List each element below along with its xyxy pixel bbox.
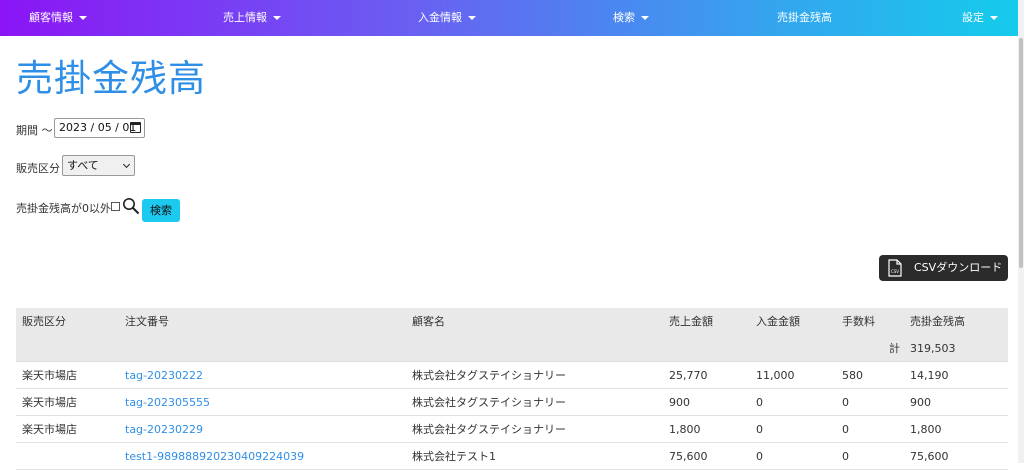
column-header: 売掛金残高 [910, 315, 965, 328]
customer-cell: 株式会社タグステイショナリー [412, 396, 566, 409]
table-header-row: 販売区分 注文番号 顧客名 売上金額 入金金額 手数料 売掛金残高 [16, 308, 1008, 335]
nav-search-label: 検索 [613, 11, 635, 24]
table-row: 楽天市場店 tag-202305555 株式会社タグステイショナリー 900 0… [16, 389, 1008, 416]
sales-cell: 25,770 [669, 369, 708, 382]
column-header: 手数料 [842, 315, 875, 328]
table-row: test1-989888920230409224039 株式会社テスト1 75,… [16, 443, 1008, 470]
nav-sales-label: 売上情報 [223, 11, 267, 24]
customer-cell: 株式会社タグステイショナリー [412, 369, 566, 382]
nav-payment-menu[interactable]: 入金情報 [418, 0, 476, 36]
order-link[interactable]: tag-20230229 [125, 416, 203, 443]
caret-down-icon [990, 16, 998, 20]
nav-receivables-link[interactable]: 売掛金残高 [777, 0, 832, 36]
svg-text:CSV: CSV [891, 269, 899, 274]
scrollbar-thumb[interactable] [1019, 38, 1023, 268]
top-navbar: 顧客情報 売上情報 入金情報 検索 売掛金残高 設定 [0, 0, 1024, 36]
nav-settings-label: 設定 [962, 11, 984, 24]
column-header: 注文番号 [125, 315, 169, 328]
csv-download-button[interactable]: CSV CSVダウンロード [879, 255, 1008, 281]
nav-customer-menu[interactable]: 顧客情報 [29, 0, 87, 36]
nav-receivables-label: 売掛金残高 [777, 11, 832, 24]
nav-search-menu[interactable]: 検索 [613, 0, 649, 36]
nonzero-label: 売掛金残高が0以外 [16, 202, 111, 215]
receivables-table: 販売区分 注文番号 顧客名 売上金額 入金金額 手数料 売掛金残高 計 319,… [16, 308, 1008, 470]
category-cell: 楽天市場店 [22, 369, 77, 382]
nav-settings-menu[interactable]: 設定 [962, 0, 998, 36]
customer-cell: 株式会社タグステイショナリー [412, 423, 566, 436]
balance-cell: 14,190 [910, 369, 949, 382]
fee-cell: 0 [842, 450, 849, 463]
page-title: 売掛金残高 [16, 57, 206, 100]
customer-cell: 株式会社テスト1 [412, 450, 496, 463]
table-total-row: 計 319,503 [16, 335, 1008, 362]
order-link[interactable]: test1-989888920230409224039 [125, 443, 304, 470]
category-select-value: すべて [67, 159, 99, 172]
category-label: 販売区分 [16, 162, 60, 175]
payment-cell: 0 [756, 396, 763, 409]
fee-cell: 0 [842, 396, 849, 409]
column-header: 販売区分 [22, 315, 66, 328]
date-value: 2023 / 05 / 01 [59, 121, 137, 134]
date-input[interactable]: 2023 / 05 / 01 [54, 118, 145, 138]
nav-sales-menu[interactable]: 売上情報 [223, 0, 281, 36]
column-header: 売上金額 [669, 315, 713, 328]
period-label: 期間 〜 [16, 124, 53, 137]
table-row: 楽天市場店 tag-20230229 株式会社タグステイショナリー 1,800 … [16, 416, 1008, 443]
total-label: 計 [889, 342, 900, 355]
table-row: 楽天市場店 tag-20230222 株式会社タグステイショナリー 25,770… [16, 362, 1008, 389]
payment-cell: 0 [756, 423, 763, 436]
column-header: 顧客名 [412, 315, 445, 328]
sales-cell: 900 [669, 396, 690, 409]
balance-cell: 1,800 [910, 423, 942, 436]
nonzero-checkbox[interactable] [111, 202, 120, 211]
fee-cell: 580 [842, 369, 863, 382]
calendar-icon[interactable] [130, 122, 141, 133]
nav-payment-label: 入金情報 [418, 11, 462, 24]
balance-cell: 75,600 [910, 450, 949, 463]
csv-file-icon: CSV [888, 259, 902, 277]
search-icon [123, 198, 140, 215]
nav-customer-label: 顧客情報 [29, 11, 73, 24]
category-select[interactable]: すべて [62, 155, 135, 176]
payment-cell: 0 [756, 450, 763, 463]
caret-down-icon [641, 16, 649, 20]
chevron-down-icon [122, 160, 131, 169]
caret-down-icon [273, 16, 281, 20]
payment-cell: 11,000 [756, 369, 795, 382]
fee-cell: 0 [842, 423, 849, 436]
sales-cell: 75,600 [669, 450, 708, 463]
order-link[interactable]: tag-20230222 [125, 362, 203, 389]
category-cell: 楽天市場店 [22, 396, 77, 409]
total-value: 319,503 [910, 342, 956, 355]
balance-cell: 900 [910, 396, 931, 409]
category-cell: 楽天市場店 [22, 423, 77, 436]
csv-download-label: CSVダウンロード [914, 261, 1003, 274]
caret-down-icon [468, 16, 476, 20]
caret-down-icon [79, 16, 87, 20]
column-header: 入金金額 [756, 315, 800, 328]
sales-cell: 1,800 [669, 423, 701, 436]
order-link[interactable]: tag-202305555 [125, 389, 210, 416]
search-button[interactable]: 検索 [142, 199, 180, 222]
